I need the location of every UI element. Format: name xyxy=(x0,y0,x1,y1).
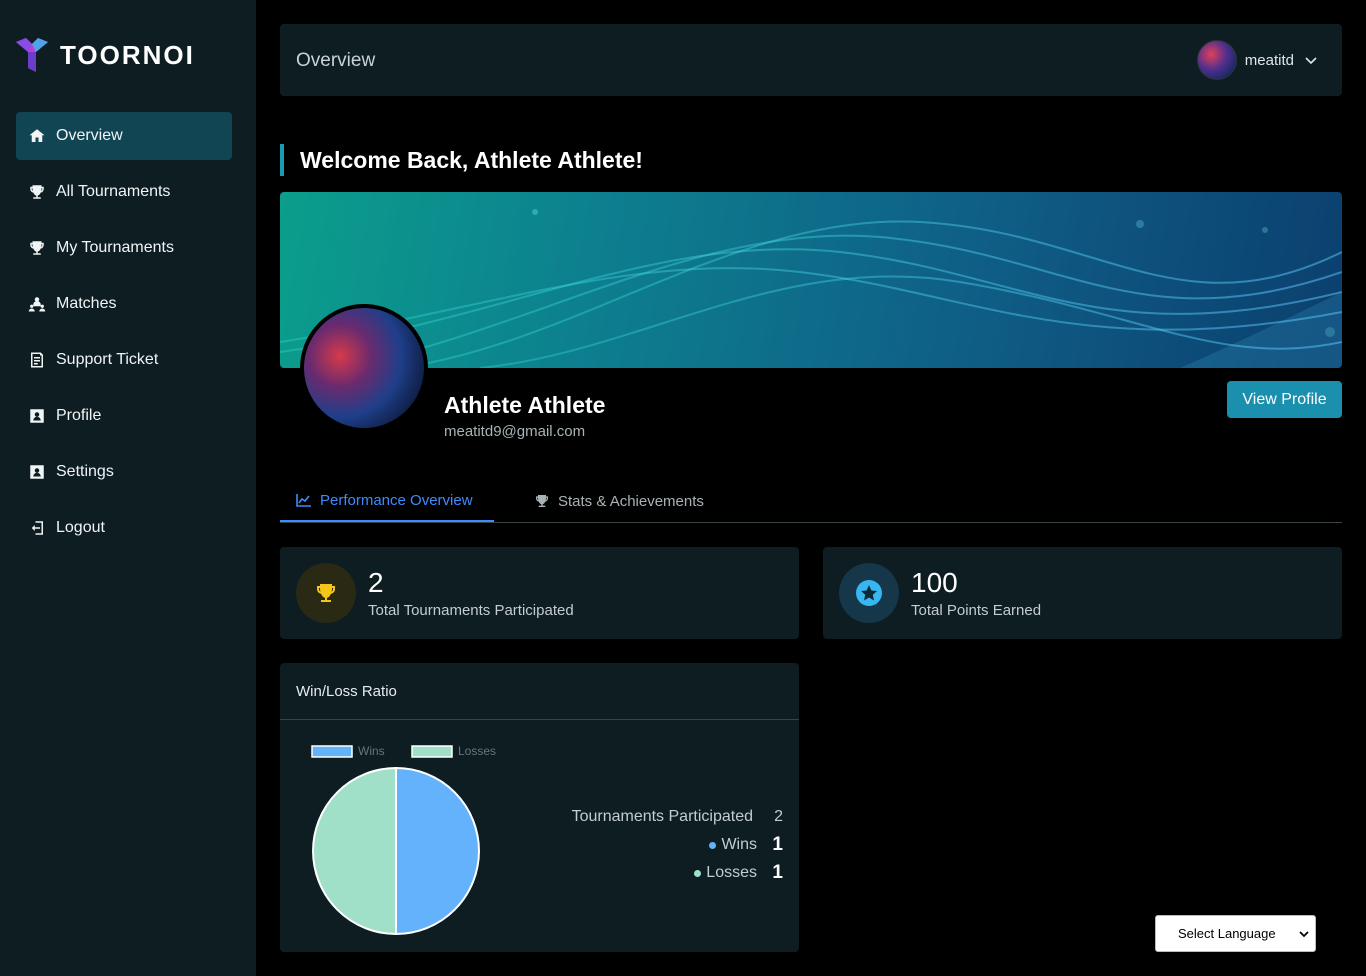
language-select-label: Select Language xyxy=(1178,926,1276,941)
sidebar-item-logout[interactable]: Logout xyxy=(16,504,232,552)
pie-slice-losses[interactable] xyxy=(312,766,397,936)
username: meatitd xyxy=(1244,51,1294,69)
stat-icon-wrap xyxy=(296,563,356,623)
legend-swatch-wins[interactable] xyxy=(311,745,353,758)
user-menu[interactable]: meatitd xyxy=(1196,40,1318,80)
stat-card-points: 100 Total Points Earned xyxy=(823,547,1342,639)
tab-bar: Performance Overview Stats & Achievement… xyxy=(280,480,1342,523)
page-title: Overview xyxy=(296,50,376,71)
tab-stats-achievements[interactable]: Stats & Achievements xyxy=(534,480,704,522)
winloss-summary: Tournaments Participated 2 Wins 1 Losses… xyxy=(572,803,783,887)
logout-icon xyxy=(31,521,43,535)
sidebar-item-label: Logout xyxy=(56,519,105,536)
legend-label-wins: Wins xyxy=(358,744,385,758)
avatar xyxy=(1196,40,1237,80)
stat-value: 2 xyxy=(368,567,384,598)
sidebar-item-label: All Tournaments xyxy=(56,183,171,200)
chevron-down-icon xyxy=(1299,931,1309,938)
header-bar: Overview meatitd xyxy=(280,24,1342,96)
sidebar-item-my-tournaments[interactable]: My Tournaments xyxy=(16,224,232,272)
sidebar-item-all-tournaments[interactable]: All Tournaments xyxy=(16,168,232,216)
trophy-icon xyxy=(30,185,44,199)
legend-label-losses: Losses xyxy=(458,744,496,758)
divider xyxy=(280,719,799,720)
chart-line-icon xyxy=(296,494,311,507)
profile-avatar xyxy=(300,304,428,432)
summary-label: Tournaments Participated xyxy=(571,808,753,825)
sidebar-item-label: My Tournaments xyxy=(56,239,174,256)
tab-performance-overview[interactable]: Performance Overview xyxy=(280,480,494,522)
profile-banner xyxy=(280,192,1342,368)
summary-value: 1 xyxy=(772,862,783,883)
star-badge-icon xyxy=(856,580,882,606)
sidebar-item-profile[interactable]: Profile xyxy=(16,392,232,440)
stat-card-tournaments: 2 Total Tournaments Participated xyxy=(280,547,799,639)
tab-label: Performance Overview xyxy=(320,491,473,509)
winloss-pie-chart: Wins Losses xyxy=(311,744,496,936)
profile-name: Athlete Athlete xyxy=(444,392,606,418)
logo-icon xyxy=(16,38,48,72)
sidebar-item-label: Matches xyxy=(56,295,117,312)
sidebar-item-settings[interactable]: Settings xyxy=(16,448,232,496)
trophy-icon xyxy=(317,584,335,602)
summary-row-participated: Tournaments Participated 2 xyxy=(572,803,783,831)
tab-label: Stats & Achievements xyxy=(558,492,704,510)
ticket-icon xyxy=(31,352,43,368)
sidebar-item-label: Profile xyxy=(56,407,102,424)
sidebar-item-matches[interactable]: Matches xyxy=(16,280,232,328)
players-icon xyxy=(28,297,46,312)
sidebar-item-support-ticket[interactable]: Support Ticket xyxy=(16,336,232,384)
card-title: Win/Loss Ratio xyxy=(296,683,397,700)
welcome-heading: Welcome Back, Athlete Athlete! xyxy=(280,144,643,176)
summary-row-losses: Losses 1 xyxy=(572,859,783,887)
profile-icon xyxy=(30,409,44,423)
wave-pattern-image xyxy=(280,209,1342,368)
summary-label: Losses xyxy=(706,864,757,881)
profile-email: meatitd9@gmail.com xyxy=(444,423,586,440)
summary-row-wins: Wins 1 xyxy=(572,831,783,859)
sidebar-item-overview[interactable]: Overview xyxy=(16,112,232,160)
summary-value: 2 xyxy=(774,808,783,825)
stat-value: 100 xyxy=(911,567,958,598)
trophy-icon xyxy=(536,495,548,507)
brand-name: TOORNOI xyxy=(60,39,195,70)
sidebar-item-label: Support Ticket xyxy=(56,351,159,368)
home-icon xyxy=(29,129,45,142)
losses-dot xyxy=(694,869,702,877)
chevron-down-icon xyxy=(1305,57,1317,65)
summary-label: Wins xyxy=(721,836,757,853)
sidebar: TOORNOI Overview All Tournaments My Tour… xyxy=(0,0,256,976)
profile-icon xyxy=(30,465,44,479)
pie-slice-wins[interactable] xyxy=(395,766,480,936)
stat-label: Total Points Earned xyxy=(911,602,1042,619)
summary-value: 1 xyxy=(772,834,783,855)
stat-label: Total Tournaments Participated xyxy=(368,602,574,619)
legend-swatch-losses[interactable] xyxy=(411,745,453,758)
stat-icon-wrap xyxy=(839,563,899,623)
language-select[interactable]: Select Language xyxy=(1155,915,1316,952)
sidebar-item-label: Settings xyxy=(56,463,114,480)
brand-logo[interactable]: TOORNOI xyxy=(16,38,195,72)
winloss-card: Win/Loss Ratio Wins Losses Tournaments Pa… xyxy=(280,663,799,952)
wins-dot xyxy=(709,841,717,849)
view-profile-button[interactable]: View Profile xyxy=(1227,381,1342,418)
sidebar-nav: Overview All Tournaments My Tournaments … xyxy=(16,112,232,560)
trophy-icon xyxy=(30,241,44,255)
sidebar-item-label: Overview xyxy=(56,127,123,144)
